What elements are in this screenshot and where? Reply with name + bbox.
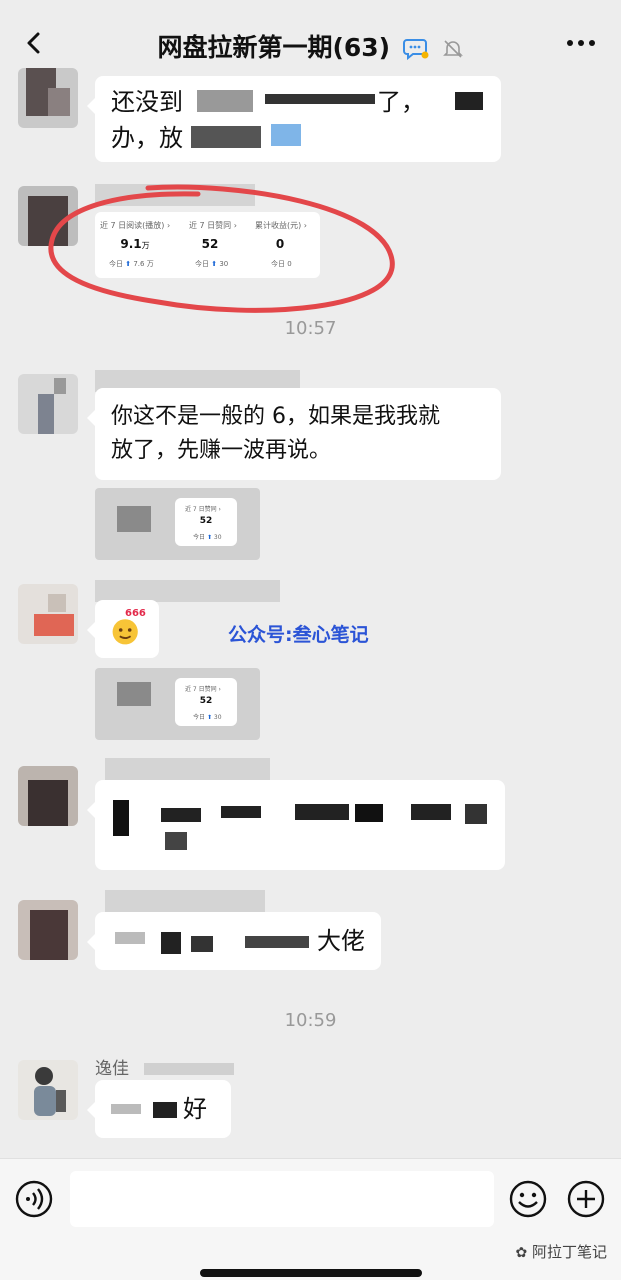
avatar[interactable]: [18, 68, 78, 128]
watermark-bottom: ✿ 阿拉丁笔记: [515, 1243, 607, 1261]
mosaic-redaction: [245, 936, 309, 948]
mosaic-redaction: [355, 804, 383, 822]
watermark-account-name: 公众号:叁心笔记: [228, 624, 369, 646]
avatar[interactable]: [18, 766, 78, 826]
mosaic-redaction: [115, 932, 145, 944]
sender-name-redacted: [105, 758, 270, 780]
message-bubble[interactable]: 你这不是一般的 6，如果是我我就 放了，先赚一波再说。: [87, 388, 501, 480]
chat-bubble-icon: [402, 39, 429, 60]
mosaic-redaction: [161, 808, 201, 822]
mosaic-redaction: [465, 804, 487, 824]
mosaic-redaction: [265, 94, 375, 104]
emoji-icon[interactable]: [508, 1179, 548, 1219]
add-plus-icon[interactable]: [566, 1179, 606, 1219]
up-arrow-icon: ⬆: [206, 534, 212, 541]
mosaic-redaction: [197, 90, 253, 112]
message-text-line2: 办，放: [111, 124, 183, 152]
person-figure-icon: [34, 1067, 66, 1116]
mosaic-redaction: [191, 936, 213, 952]
message-bubble[interactable]: 大佬: [87, 912, 381, 970]
sender-name-redacted: [105, 890, 265, 912]
chat-title-area: 网盘拉新第一期(63): [0, 28, 621, 64]
chat-header: 网盘拉新第一期(63): [0, 0, 621, 86]
wechat-logo-icon: ✿: [515, 1245, 528, 1261]
timestamp: 10:59: [284, 1010, 337, 1031]
mosaic-redaction: [295, 804, 349, 820]
mini-stats-card: 近 7 日赞同 › 52 今日 ⬆ 30: [175, 498, 237, 546]
mosaic-redaction: [165, 832, 187, 850]
sticker-bubble[interactable]: 666: [87, 600, 159, 658]
timestamp: 10:57: [284, 318, 337, 339]
avatar[interactable]: [18, 374, 78, 434]
sticker-fragment: [271, 124, 301, 146]
message-text: 你这不是一般的 6，如果是我我就: [111, 404, 440, 429]
home-indicator: [200, 1269, 422, 1277]
more-options-icon[interactable]: [565, 38, 597, 48]
avatar[interactable]: [18, 584, 78, 644]
message-text-end: 了，: [377, 88, 425, 116]
up-arrow-icon: ⬆: [206, 714, 212, 721]
mosaic-redaction: [144, 1063, 235, 1075]
voice-input-icon[interactable]: [14, 1179, 54, 1219]
message-bubble[interactable]: [87, 780, 505, 870]
mini-stats-card: 近 7 日赞同 › 52 今日 ⬆ 30: [175, 678, 237, 726]
mosaic-redaction: [191, 126, 261, 148]
avatar[interactable]: [18, 900, 78, 960]
mosaic-redaction: [113, 800, 129, 836]
message-input[interactable]: [70, 1171, 494, 1227]
input-toolbar: ✿ 阿拉丁笔记: [0, 1158, 621, 1280]
sender-name-redacted: [95, 580, 280, 602]
mosaic-redaction: [161, 932, 181, 954]
avatar[interactable]: [18, 1060, 78, 1120]
sender-name: 逸佳: [95, 1054, 295, 1079]
message-bubble[interactable]: 还没到 了， 办，放: [87, 76, 501, 162]
message-bubble[interactable]: 好: [87, 1080, 231, 1138]
mute-bell-icon: [442, 40, 463, 58]
message-text-end: 好: [183, 1095, 207, 1123]
mosaic-redaction: [111, 1104, 141, 1114]
chat-title: 网盘拉新第一期(63): [157, 33, 391, 62]
mosaic-redaction: [221, 806, 261, 818]
message-text: 还没到: [111, 88, 183, 116]
annotation-circle: [48, 184, 395, 313]
mosaic-redaction: [411, 804, 451, 820]
mosaic-redaction: [153, 1102, 177, 1118]
image-message[interactable]: 近 7 日赞同 › 52 今日 ⬆ 30: [95, 488, 260, 560]
message-text-line2: 放了，先赚一波再说。: [111, 438, 332, 463]
mosaic-redaction: [455, 92, 483, 110]
sticker-caption: 666: [125, 608, 146, 619]
message-text-end: 大佬: [317, 927, 365, 955]
image-message[interactable]: 近 7 日赞同 › 52 今日 ⬆ 30: [95, 668, 260, 740]
